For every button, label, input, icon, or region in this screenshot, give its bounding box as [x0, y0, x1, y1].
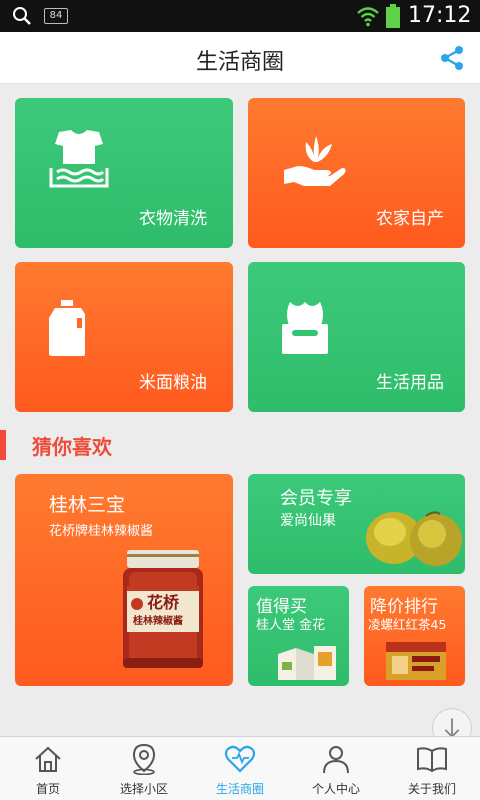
- promo-subtitle: 花桥牌桂林辣椒酱: [49, 524, 154, 539]
- oil-bottle-icon: [49, 300, 85, 356]
- search-icon: [13, 7, 31, 25]
- farm-hand-icon: [284, 136, 346, 186]
- chili-sauce-jar-image: 花桥 桂林辣椒酱: [123, 550, 203, 668]
- nav-label: 首页: [35, 782, 60, 796]
- tissue-box-icon: [282, 302, 328, 354]
- location-icon: [132, 743, 156, 775]
- promo-title: 桂林三宝: [49, 494, 126, 516]
- nav-item-select-community[interactable]: 选择小区: [96, 737, 192, 800]
- nav-label: 选择小区: [119, 782, 168, 796]
- promo-subtitle: 凌螺红红茶45: [368, 617, 447, 632]
- category-tile-farm[interactable]: 农家自产: [248, 98, 465, 248]
- nav-item-personal-center[interactable]: 个人中心: [288, 737, 384, 800]
- promo-card-worth-buying[interactable]: 值得买 桂人堂 金花: [248, 586, 349, 686]
- clock: 17:12: [408, 3, 472, 28]
- promo-card-price-drop[interactable]: 降价排行 凌螺红红茶45: [364, 586, 465, 686]
- fruit-image: [366, 511, 462, 566]
- promo-subtitle: 爱尚仙果: [280, 513, 336, 529]
- home-icon: [35, 746, 61, 772]
- jar-brand-text: 花桥: [147, 593, 180, 612]
- notification-badge: 84: [44, 8, 68, 24]
- nav-item-about-us[interactable]: 关于我们: [384, 737, 480, 800]
- status-bar: 84 17:12: [0, 0, 480, 32]
- nav-label: 生活商圈: [215, 782, 264, 796]
- app-header: 生活商圈: [0, 32, 480, 84]
- person-icon: [323, 746, 349, 774]
- category-label: 生活用品: [376, 373, 444, 393]
- share-icon[interactable]: [436, 42, 468, 74]
- book-icon: [417, 747, 447, 773]
- nav-label: 关于我们: [407, 782, 456, 796]
- wifi-icon: [357, 7, 379, 27]
- battery-icon: [386, 4, 400, 28]
- category-tile-grain-oil[interactable]: 米面粮油: [15, 262, 233, 412]
- nav-item-life-circle[interactable]: 生活商圈: [192, 737, 288, 800]
- jar-product-text: 桂林辣椒酱: [132, 614, 183, 627]
- category-tile-laundry[interactable]: 衣物清洗: [15, 98, 233, 248]
- category-label: 米面粮油: [139, 373, 207, 393]
- category-tile-daily-goods[interactable]: 生活用品: [248, 262, 465, 412]
- bottom-nav: 首页 选择小区 生活商圈 个人中心 关于我们: [0, 736, 480, 800]
- promo-card-guilin[interactable]: 桂林三宝 花桥牌桂林辣椒酱 花桥 桂林辣椒酱: [15, 474, 233, 686]
- heart-icon: [224, 745, 256, 773]
- category-label: 衣物清洗: [139, 209, 207, 229]
- promo-title: 会员专享: [280, 488, 352, 509]
- page-title: 生活商圈: [195, 50, 284, 75]
- red-tea-box-image: [386, 642, 446, 680]
- nav-item-home[interactable]: 首页: [0, 737, 96, 800]
- promo-subtitle: 桂人堂 金花: [256, 618, 326, 633]
- section-accent-bar: [0, 430, 6, 460]
- nav-label: 个人中心: [311, 782, 360, 796]
- category-label: 农家自产: [376, 209, 444, 229]
- promo-card-member[interactable]: 会员专享 爱尚仙果: [248, 474, 465, 574]
- tea-box-image: [278, 646, 336, 680]
- laundry-icon: [49, 130, 109, 188]
- section-title: 猜你喜欢: [32, 435, 112, 459]
